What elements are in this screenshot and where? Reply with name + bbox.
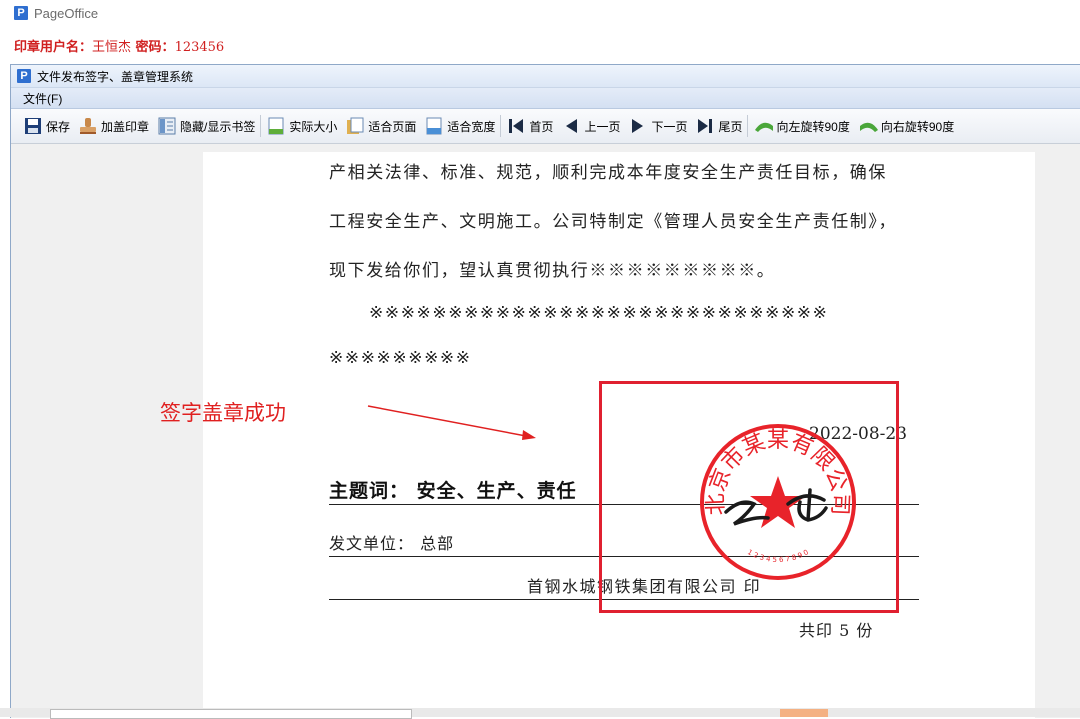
rotate-right-icon xyxy=(858,116,878,136)
toolbar-separator xyxy=(747,115,749,137)
fit-width-button[interactable]: 适合宽度 xyxy=(420,113,499,139)
bottom-orange-tab[interactable] xyxy=(780,709,828,717)
username-value: 王恒杰 xyxy=(92,40,132,55)
subject-keywords: 主题词： 安全、生产、责任 xyxy=(329,480,577,502)
login-info: 印章用户名：王恒杰 密码：123456 xyxy=(14,36,224,55)
prev-page-icon xyxy=(561,116,581,136)
window-title-bar: P 文件发布签字、盖章管理系统 xyxy=(11,65,1080,88)
add-stamp-button[interactable]: 加盖印章 xyxy=(74,113,153,139)
first-page-label: 首页 xyxy=(529,119,554,134)
toggle-bookmark-button[interactable]: 隐藏/显示书签 xyxy=(153,113,259,139)
actual-size-label: 实际大小 xyxy=(289,119,338,134)
rotate-right-label: 向右旋转90度 xyxy=(880,119,955,134)
prev-page-label: 上一页 xyxy=(584,119,621,134)
rotate-left-icon xyxy=(753,116,774,136)
rotate-left-label: 向左旋转90度 xyxy=(776,119,850,134)
success-annotation: 签字盖章成功 xyxy=(160,401,286,425)
menu-file[interactable]: 文件(F) xyxy=(21,90,64,107)
save-button[interactable]: 保存 xyxy=(19,113,74,139)
fit-page-icon xyxy=(345,116,365,136)
username-label: 印章用户名： xyxy=(14,40,93,55)
add-stamp-label: 加盖印章 xyxy=(101,119,150,134)
next-page-icon xyxy=(628,116,648,136)
password-value: 123456 xyxy=(174,40,225,55)
window-title: 文件发布签字、盖章管理系统 xyxy=(37,69,194,84)
stamp-icon xyxy=(78,116,98,136)
fit-width-label: 适合宽度 xyxy=(447,119,496,134)
actual-size-icon xyxy=(266,116,286,136)
toolbar-separator xyxy=(260,115,262,137)
toolbar-separator xyxy=(500,115,502,137)
toolbar: 保存 加盖印章 隐藏/显示书签 实际大小 适合页面 适合宽度 首页 上一页 下一… xyxy=(11,109,1080,144)
app-window: P 文件发布签字、盖章管理系统 文件(F) 保存 加盖印章 隐藏/显示书签 实际… xyxy=(10,64,1080,718)
next-page-button[interactable]: 下一页 xyxy=(624,113,691,139)
last-page-button[interactable]: 尾页 xyxy=(691,113,746,139)
issuing-unit: 发文单位： 总部 xyxy=(329,534,455,553)
doc-line: 工程安全生产、文明施工。公司特制定《管理人员安全生产责任制》， xyxy=(329,212,898,232)
copies-count: 共印 5 份 xyxy=(799,621,874,640)
actual-size-button[interactable]: 实际大小 xyxy=(262,113,341,139)
doc-line: ※※※※※※※※※ xyxy=(329,348,472,368)
password-label: 密码： xyxy=(131,40,175,55)
prev-page-button[interactable]: 上一页 xyxy=(557,113,624,139)
save-label: 保存 xyxy=(46,119,71,134)
bottom-input[interactable] xyxy=(50,709,412,719)
fit-page-label: 适合页面 xyxy=(368,119,417,134)
doc-line: 产相关法律、标准、规范，顺利完成本年度安全生产责任目标，确保 xyxy=(329,163,887,183)
menu-bar: 文件(F) xyxy=(11,88,1080,109)
bookmark-icon xyxy=(157,116,177,136)
rotate-left-button[interactable]: 向左旋转90度 xyxy=(749,113,853,139)
window-logo-icon: P xyxy=(17,69,31,83)
annotation-arrow-icon xyxy=(367,405,536,440)
first-page-icon xyxy=(506,116,526,136)
document-viewport[interactable]: 产相关法律、标准、规范，顺利完成本年度安全生产责任目标，确保 工程安全生产、文明… xyxy=(11,152,1080,718)
last-page-label: 尾页 xyxy=(718,119,743,134)
next-page-label: 下一页 xyxy=(651,119,688,134)
pageoffice-logo-icon: P xyxy=(14,6,28,20)
seal-highlight-box xyxy=(599,381,899,613)
browser-title-bar: P PageOffice xyxy=(14,4,98,22)
browser-title: PageOffice xyxy=(34,5,99,21)
first-page-button[interactable]: 首页 xyxy=(502,113,557,139)
fit-page-button[interactable]: 适合页面 xyxy=(341,113,420,139)
fit-width-icon xyxy=(424,116,444,136)
doc-line: 现下发给你们，望认真贯彻执行※※※※※※※※※。 xyxy=(329,261,776,281)
save-icon xyxy=(23,116,43,136)
toggle-bookmark-label: 隐藏/显示书签 xyxy=(180,119,256,134)
doc-line: ※※※※※※※※※※※※※※※※※※※※※※※※※※※※※ xyxy=(369,303,829,323)
rotate-right-button[interactable]: 向右旋转90度 xyxy=(854,113,958,139)
last-page-icon xyxy=(695,116,715,136)
